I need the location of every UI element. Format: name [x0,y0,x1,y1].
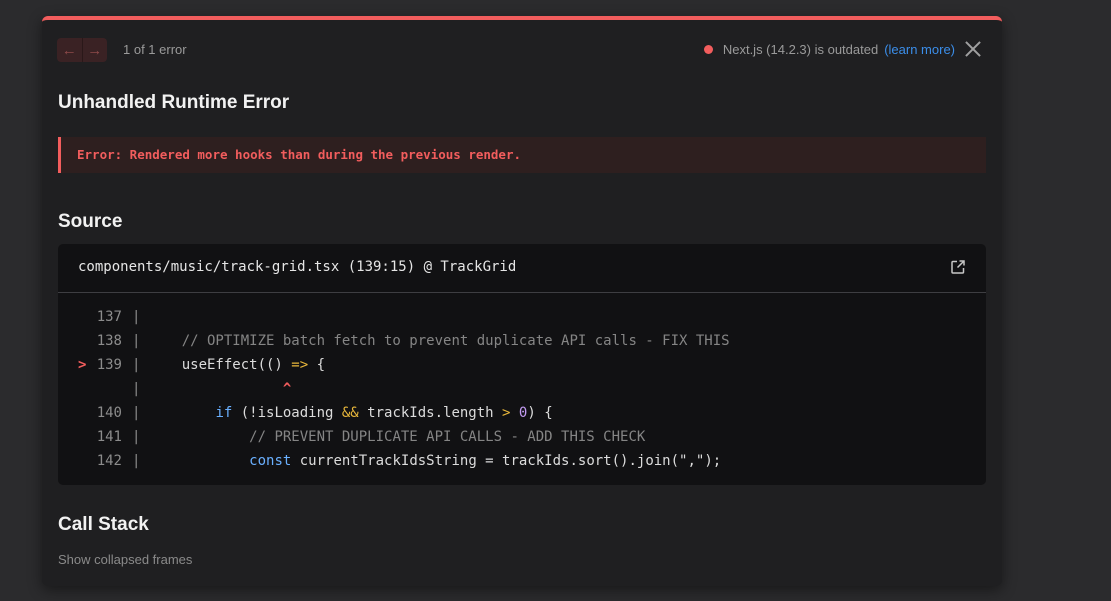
line-number: 137 [96,309,122,325]
error-count: 1 of 1 error [123,42,187,57]
error-title: Unhandled Runtime Error [58,92,290,113]
code-text: useEffect(() => { [148,357,326,373]
error-pagination: ← → [57,38,107,62]
arrow-right-icon: → [87,41,103,59]
version-text: Next.js (14.2.3) is outdated [722,42,879,57]
code-line: 141 | // PREVENT DUPLICATE API CALLS - AD… [58,425,986,449]
code-text: const currentTrackIdsString = trackIds.s… [249,453,722,469]
code-frame: components/music/track-grid.tsx (139:15)… [58,244,986,485]
next-error-button[interactable]: → [81,38,108,62]
code-frame-header: components/music/track-grid.tsx (139:15)… [58,244,986,293]
error-line-marker: > [78,357,87,373]
gutter-separator: | [132,381,141,397]
arrow-left-icon: ← [61,41,77,59]
version-notice: Next.js (14.2.3) is outdated (learn more… [703,42,955,57]
line-number: 138 [96,333,122,349]
gutter-separator: | [132,333,141,349]
outdated-status-dot [703,45,713,54]
error-message: Error: Rendered more hooks than during t… [58,137,986,173]
code-line: | ^ [58,377,986,401]
error-dialog: ← → 1 of 1 error Next.js (14.2.3) is out… [42,16,1002,586]
code-line: >139 | useEffect(() => { [58,353,986,377]
code-text: // PREVENT DUPLICATE API CALLS - ADD THI… [249,429,646,445]
line-number: 142 [96,453,122,469]
line-number: 140 [96,405,122,421]
show-collapsed-frames-button[interactable]: Show collapsed frames [58,552,192,567]
code-text: // OPTIMIZE batch fetch to prevent dupli… [181,333,730,349]
gutter-separator: | [132,357,141,373]
code-text: ^ [282,381,292,397]
external-link-icon[interactable] [950,259,966,275]
code-line: 142 | const currentTrackIdsString = track… [58,449,986,473]
gutter-separator: | [132,405,141,421]
close-icon[interactable] [964,40,982,58]
code-line: 140 | if (!isLoading && trackIds.length >… [58,401,986,425]
call-stack-heading: Call Stack [58,514,149,535]
source-file-location[interactable]: components/music/track-grid.tsx (139:15)… [78,259,516,275]
code-text: if (!isLoading && trackIds.length > 0) { [215,405,553,421]
line-number: 139 [96,357,122,373]
previous-error-button[interactable]: ← [57,38,82,62]
gutter-separator: | [132,453,141,469]
learn-more-link[interactable]: (learn more) [884,42,955,57]
code-line: 138 | // OPTIMIZE batch fetch to prevent … [58,329,986,353]
dialog-header: ← → 1 of 1 error Next.js (14.2.3) is out… [42,20,1002,78]
gutter-separator: | [132,429,141,445]
code-line: 137 | [58,305,986,329]
code-lines: 137 | 138 | // OPTIMIZE batch fetch to prev… [58,293,986,473]
gutter-separator: | [132,309,141,325]
source-heading: Source [58,211,123,232]
line-number: 141 [96,429,122,445]
